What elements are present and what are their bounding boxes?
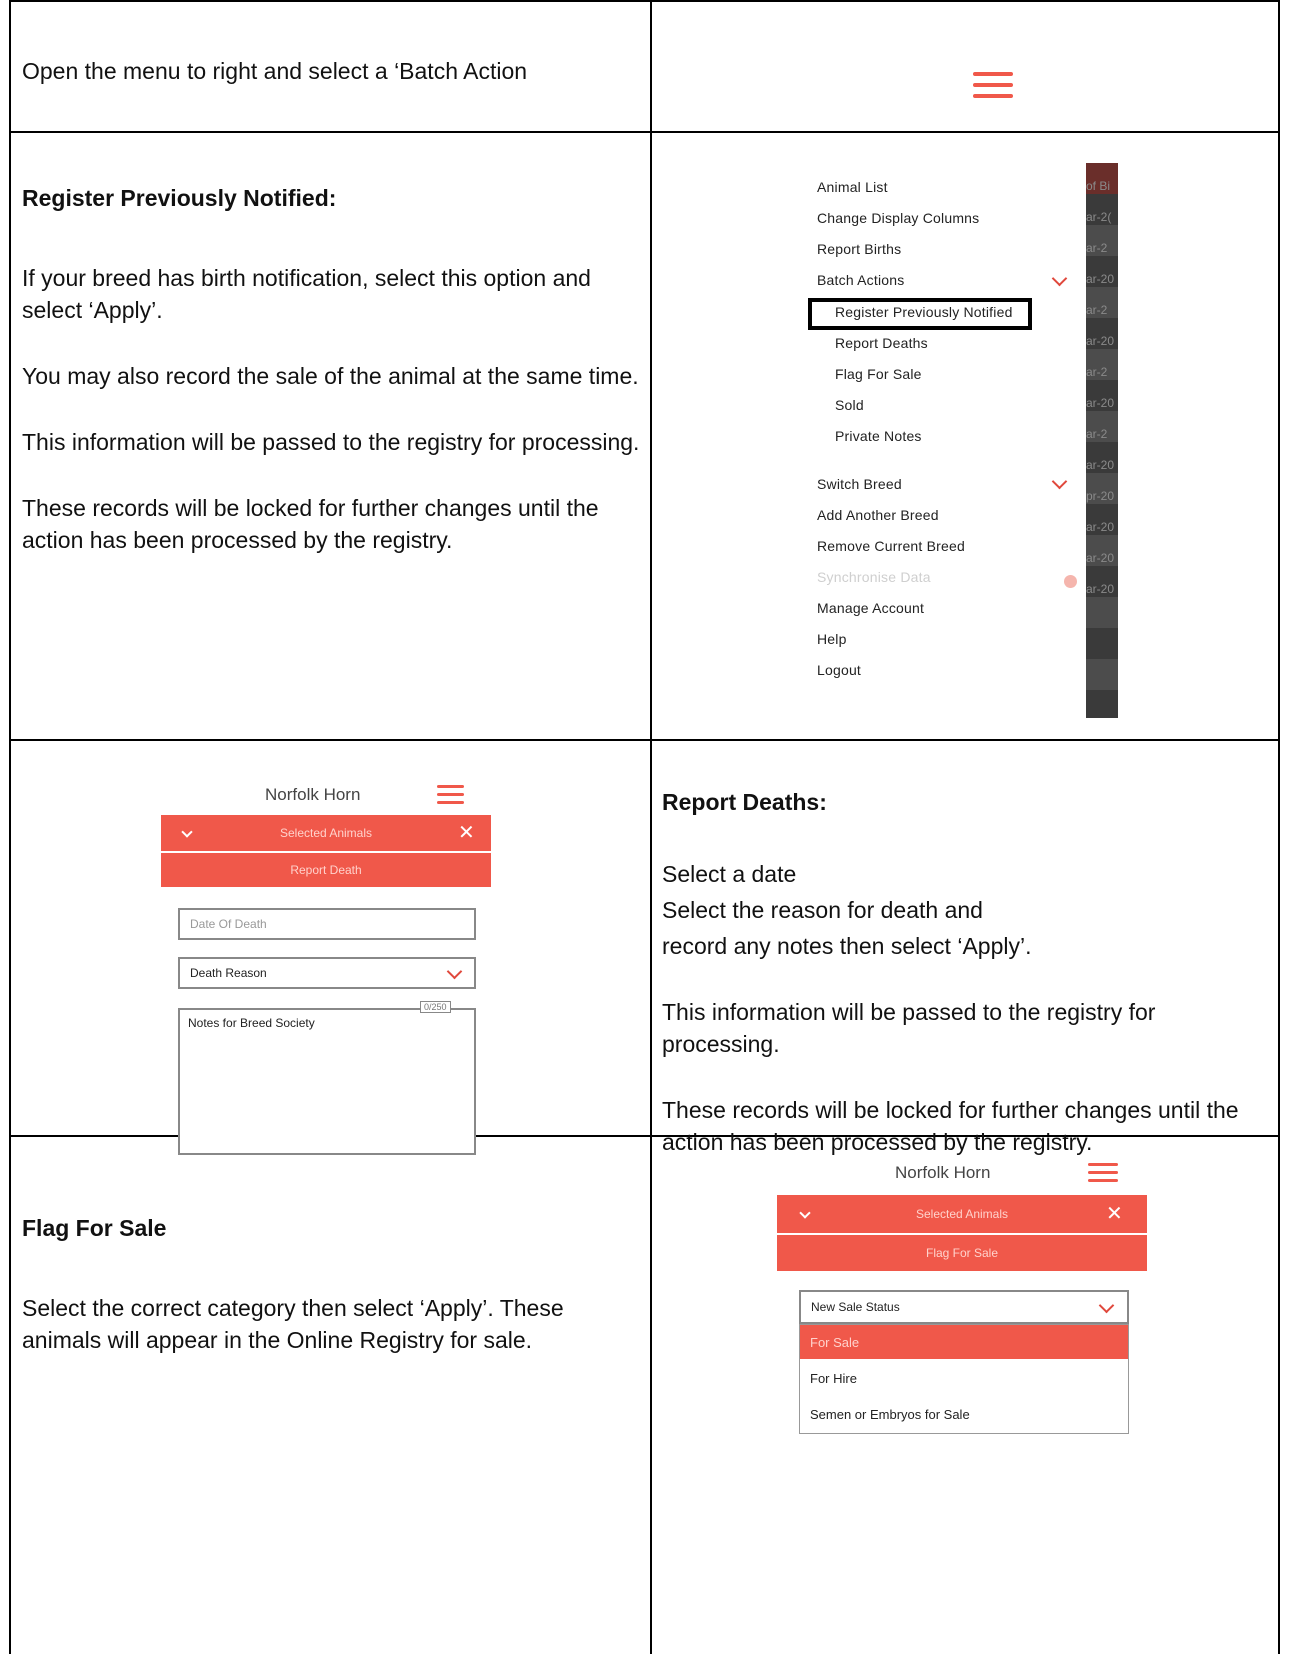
menu-item-private-notes[interactable]: Private Notes: [835, 428, 922, 444]
menu-item-help[interactable]: Help: [817, 631, 847, 647]
report-death-form-screenshot: Norfolk Horn Selected Animals ✕ Report D…: [161, 777, 491, 1155]
action-bar: Report Death: [161, 853, 491, 887]
close-icon[interactable]: ✕: [458, 823, 475, 843]
notes-textarea[interactable]: Notes for Breed Society: [178, 1008, 476, 1155]
menu-item-remove-current-breed[interactable]: Remove Current Breed: [817, 538, 965, 554]
strip-text-fragment: pr-20: [1086, 489, 1115, 503]
selected-animals-bar[interactable]: Selected Animals ✕: [161, 815, 491, 851]
section-heading: Report Deaths:: [662, 789, 827, 815]
chevron-down-icon: [1051, 270, 1068, 287]
table-cell: [652, 2, 1278, 131]
date-of-death-input[interactable]: Date Of Death: [178, 908, 476, 940]
highlight-box: [808, 298, 1032, 330]
death-reason-label: Death Reason: [190, 966, 267, 980]
menu-item-sold[interactable]: Sold: [835, 397, 864, 413]
sale-status-label: New Sale Status: [811, 1300, 900, 1314]
menu-item-synchronise-data: Synchronise Data: [817, 569, 931, 585]
strip-text-fragment: ar-20: [1086, 396, 1115, 410]
selected-animals-bar[interactable]: Selected Animals ✕: [777, 1195, 1147, 1233]
section-heading: Register Previously Notified:: [22, 185, 337, 211]
chevron-down-icon: [1098, 1297, 1115, 1314]
menu-item-flag-for-sale[interactable]: Flag For Sale: [835, 366, 922, 382]
chevron-down-icon: [446, 963, 463, 980]
strip-band: [1086, 597, 1118, 628]
option-for-sale[interactable]: For Sale: [800, 1325, 1128, 1359]
strip-text-fragment: of Bi: [1086, 179, 1111, 193]
selected-animals-label: Selected Animals: [915, 1207, 1009, 1221]
table-row: Flag For Sale Select the correct categor…: [9, 1137, 1280, 1654]
chevron-down-icon: [1051, 473, 1068, 490]
paragraph: These records will be locked for further…: [22, 495, 599, 553]
text-line: record any notes then select ‘Apply’.: [662, 933, 1032, 959]
close-icon[interactable]: ✕: [1106, 1204, 1123, 1224]
menu-item-change-display-columns[interactable]: Change Display Columns: [817, 210, 979, 226]
character-counter: 0/250: [420, 1001, 451, 1013]
strip-text-fragment: ar-2(: [1086, 210, 1112, 224]
paragraph: You may also record the sale of the anim…: [22, 363, 639, 389]
paragraph: This information will be passed to the r…: [662, 999, 1156, 1057]
option-semen-or-embryos[interactable]: Semen or Embryos for Sale: [800, 1397, 1128, 1431]
menu-item-batch-actions[interactable]: Batch Actions: [817, 272, 904, 288]
hamburger-menu-icon: [973, 72, 1013, 99]
section-heading: Flag For Sale: [22, 1215, 167, 1241]
strip-text-fragment: ar-20: [1086, 272, 1115, 286]
table-cell: Open the menu to right and select a ‘Bat…: [11, 2, 652, 131]
selected-animals-label: Selected Animals: [279, 826, 373, 840]
instruction-text: Open the menu to right and select a ‘Bat…: [22, 58, 528, 84]
strip-text-fragment: ar-20: [1086, 458, 1115, 472]
menu-item-manage-account[interactable]: Manage Account: [817, 600, 924, 616]
instruction-table: Open the menu to right and select a ‘Bat…: [9, 0, 1280, 1654]
strip-text-fragment: ar-20: [1086, 551, 1115, 565]
death-reason-select[interactable]: Death Reason: [178, 957, 476, 989]
table-row: Norfolk Horn Selected Animals ✕ Report D…: [9, 741, 1280, 1155]
strip-text-fragment: ar-20: [1086, 520, 1115, 534]
strip-band: [1086, 690, 1118, 718]
sync-status-icon: [1064, 575, 1077, 588]
menu-screenshot: of Bi ar-2( ar-2 ar-20 ar-2 ar-20 ar-2 ar-20 ar-…: [808, 163, 1118, 718]
strip-text-fragment: ar-20: [1086, 582, 1115, 596]
table-cell: Norfolk Horn Selected Animals ✕ Flag For…: [652, 1137, 1278, 1654]
table-cell: Norfolk Horn Selected Animals ✕ Report D…: [11, 741, 652, 1155]
table-cell: Register Previously Notified: If your br…: [11, 133, 652, 739]
table-row: Register Previously Notified: If your br…: [9, 133, 1280, 741]
option-for-hire[interactable]: For Hire: [800, 1361, 1128, 1395]
app-title: Norfolk Horn: [895, 1163, 991, 1182]
menu-item-switch-breed[interactable]: Switch Breed: [817, 476, 902, 492]
table-cell: of Bi ar-2( ar-2 ar-20 ar-2 ar-20 ar-2 ar-20 ar-…: [652, 133, 1278, 739]
sale-status-select[interactable]: New Sale Status: [799, 1290, 1129, 1324]
action-bar: Flag For Sale: [777, 1235, 1147, 1271]
flag-for-sale-form-screenshot: Norfolk Horn Selected Animals ✕ Flag For…: [777, 1159, 1147, 1599]
menu-item-animal-list[interactable]: Animal List: [817, 179, 888, 195]
hamburger-menu-icon[interactable]: [1088, 1163, 1118, 1190]
strip-text-fragment: ar-2: [1086, 365, 1108, 379]
notes-placeholder: Notes for Breed Society: [188, 1016, 315, 1030]
menu-item-report-births[interactable]: Report Births: [817, 241, 901, 257]
strip-text-fragment: ar-2: [1086, 303, 1108, 317]
hamburger-menu-icon[interactable]: [437, 785, 464, 812]
strip-text-fragment: ar-20: [1086, 334, 1115, 348]
sale-status-options: For Sale For Hire Semen or Embryos for S…: [799, 1324, 1129, 1434]
strip-text-fragment: ar-2: [1086, 241, 1108, 255]
menu-item-logout[interactable]: Logout: [817, 662, 861, 678]
menu-item-report-deaths[interactable]: Report Deaths: [835, 335, 928, 351]
table-row: Open the menu to right and select a ‘Bat…: [9, 0, 1280, 133]
paragraph: If your breed has birth notification, se…: [22, 265, 591, 323]
table-cell: Report Deaths: Select a date Select the …: [652, 741, 1278, 1155]
text-line: Select the reason for death and: [662, 897, 983, 923]
strip-band: [1086, 659, 1118, 690]
strip-band: [1086, 628, 1118, 659]
paragraph: This information will be passed to the r…: [22, 429, 640, 455]
table-cell: Flag For Sale Select the correct categor…: [11, 1137, 652, 1654]
strip-text-fragment: ar-2: [1086, 427, 1108, 441]
text-line: Select a date: [662, 861, 797, 887]
app-title: Norfolk Horn: [265, 785, 361, 804]
action-label: Report Death: [290, 863, 362, 877]
menu-item-add-another-breed[interactable]: Add Another Breed: [817, 507, 939, 523]
action-label: Flag For Sale: [925, 1246, 999, 1260]
paragraph: Select the correct category then select …: [22, 1295, 564, 1353]
background-table-strip: of Bi ar-2( ar-2 ar-20 ar-2 ar-20 ar-2 ar-20 ar-…: [1086, 163, 1118, 718]
